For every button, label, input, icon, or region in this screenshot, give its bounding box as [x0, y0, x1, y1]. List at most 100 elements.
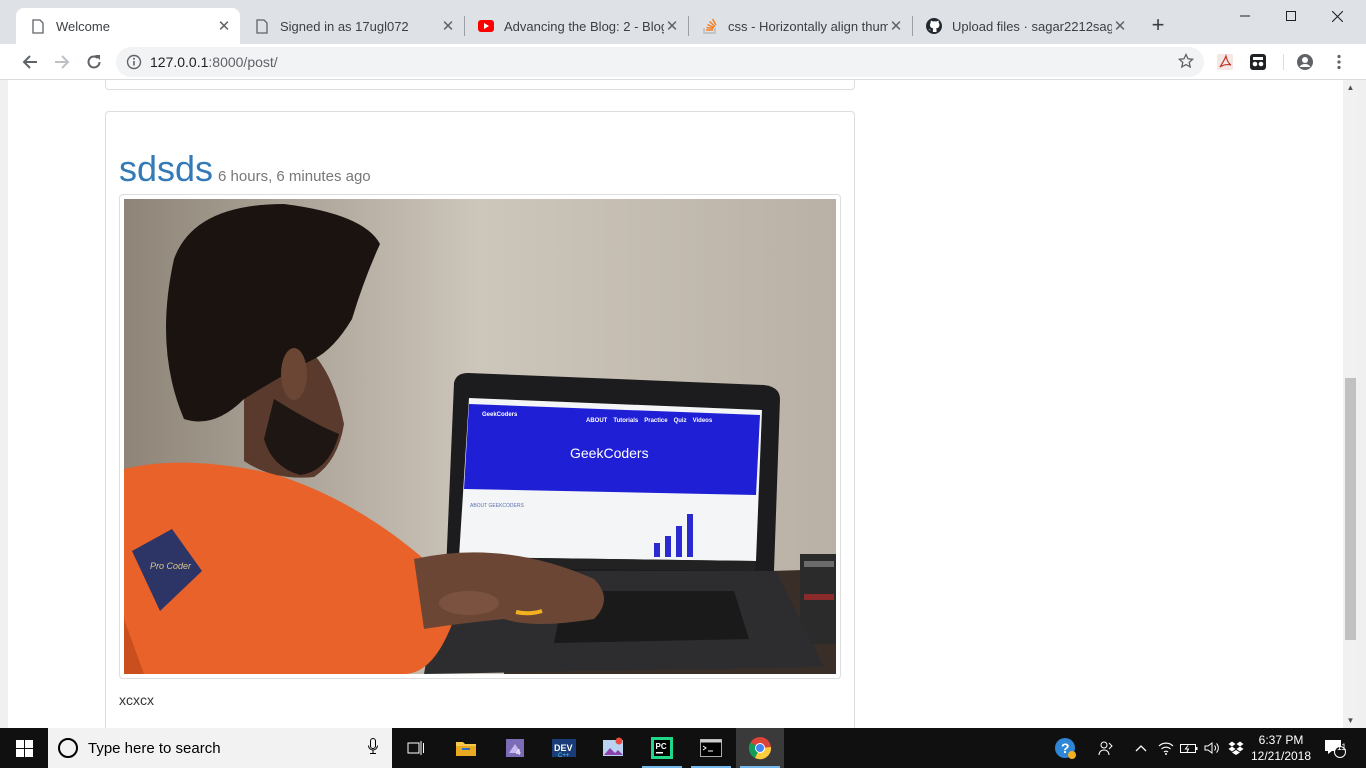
notification-count: 11: [1337, 742, 1347, 752]
window-border-right: [1358, 80, 1366, 728]
stackoverflow-icon: [702, 18, 718, 34]
tab-title: Advancing the Blog: 2 - Blog f: [504, 18, 664, 34]
back-arrow-icon: [22, 55, 37, 69]
tab-youtube[interactable]: Advancing the Blog: 2 - Blog f ✕: [464, 8, 688, 44]
screen-section-title: ABOUT GEEKCODERS: [470, 503, 524, 509]
tab-title: Signed in as 17ugl072: [280, 18, 409, 34]
people-icon[interactable]: [1094, 728, 1118, 768]
info-icon[interactable]: [126, 54, 142, 70]
youtube-icon: [478, 18, 494, 34]
system-clock[interactable]: 6:37 PM 12/21/2018: [1244, 732, 1318, 764]
post-body: xcxcx: [119, 692, 154, 708]
post-title-link[interactable]: sdsds: [119, 148, 213, 190]
close-tab-icon[interactable]: ✕: [440, 17, 456, 35]
photo-illustration: [124, 199, 836, 674]
page-icon: [254, 18, 270, 34]
browser-titlebar: Welcome ✕ Signed in as 17ugl072 ✕ Advanc…: [0, 0, 1366, 44]
screen-hero-title: GeekCoders: [570, 445, 649, 461]
back-button[interactable]: [18, 50, 42, 74]
scrollbar-thumb[interactable]: [1345, 378, 1356, 640]
svg-text:DEV: DEV: [554, 743, 573, 753]
menu-dots-icon[interactable]: [1330, 53, 1348, 71]
shirt-text: Pro Coder: [150, 561, 192, 571]
page-viewport: sdsds 6 hours, 6 minutes ago GeekCoders …: [8, 80, 1343, 728]
screen-logo: GeekCoders: [482, 412, 518, 418]
tab-github[interactable]: Upload files · sagar2212sagar ✕: [912, 8, 1136, 44]
profile-icon[interactable]: [1296, 53, 1314, 71]
window-border-left: [0, 80, 8, 728]
file-explorer-icon[interactable]: [442, 728, 490, 768]
bookmark-star-icon[interactable]: [1177, 52, 1195, 74]
photo-app-icon[interactable]: [589, 728, 637, 768]
screen-nav-item: Tutorials: [613, 418, 639, 424]
help-icon[interactable]: ?: [1050, 728, 1080, 768]
close-tab-icon[interactable]: ✕: [888, 17, 904, 35]
close-window-button[interactable]: [1314, 0, 1360, 32]
pdf-extension-icon[interactable]: [1216, 53, 1234, 71]
chrome-taskbar-icon[interactable]: [736, 728, 784, 768]
start-button[interactable]: [0, 728, 48, 768]
task-view-icon[interactable]: [392, 728, 440, 768]
new-tab-button[interactable]: +: [1146, 13, 1170, 37]
taskbar-search-box[interactable]: Type here to search: [48, 728, 392, 768]
scroll-up-icon[interactable]: ▲: [1343, 80, 1358, 95]
tab-welcome[interactable]: Welcome ✕: [16, 8, 240, 44]
url-host: 127.0.0.1: [150, 54, 209, 70]
post-header: sdsds 6 hours, 6 minutes ago: [119, 148, 371, 190]
clock-time: 6:37 PM: [1258, 733, 1304, 747]
notification-center-icon[interactable]: 11: [1320, 728, 1350, 768]
scroll-down-icon[interactable]: ▼: [1343, 713, 1358, 728]
post-photo: GeekCoders ABOUT Tutorials Practice Quiz…: [124, 199, 836, 674]
volume-icon[interactable]: [1202, 728, 1222, 768]
screen-nav-item: Videos: [692, 418, 713, 424]
reload-button[interactable]: [82, 50, 106, 74]
dropbox-icon[interactable]: [1226, 728, 1246, 768]
command-prompt-icon[interactable]: [687, 728, 735, 768]
page-scrollbar[interactable]: ▲ ▼: [1343, 80, 1358, 728]
tab-title: Welcome: [56, 18, 110, 34]
incognito-extension-icon[interactable]: [1249, 53, 1267, 71]
page-icon: [30, 18, 46, 34]
cortana-icon: [58, 738, 78, 758]
post-image-thumbnail: GeekCoders ABOUT Tutorials Practice Quiz…: [119, 194, 841, 679]
windows-logo-icon: [15, 739, 33, 757]
forward-arrow-icon: [55, 55, 70, 69]
microphone-icon[interactable]: [368, 737, 378, 759]
tab-stackoverflow[interactable]: css - Horizontally align thumb ✕: [688, 8, 912, 44]
post-timestamp: 6 hours, 6 minutes ago: [218, 168, 371, 185]
reload-icon: [87, 55, 101, 69]
url-text: 127.0.0.1:8000/post/: [150, 54, 278, 70]
minimize-button[interactable]: [1222, 0, 1268, 32]
screen-nav-item: Practice: [644, 418, 668, 424]
clock-date: 12/21/2018: [1250, 749, 1312, 763]
show-hidden-icons-chevron-icon[interactable]: [1131, 728, 1151, 768]
maximize-button[interactable]: [1268, 0, 1314, 32]
devcpp-icon[interactable]: DEV C++: [540, 728, 588, 768]
forward-button[interactable]: [50, 50, 74, 74]
screen-nav-item: Quiz: [673, 418, 687, 424]
pycharm-icon[interactable]: PC: [638, 728, 686, 768]
windows-taskbar: Type here to search 4 DEV C++ PC ? 6:37 …: [0, 728, 1366, 768]
wifi-icon[interactable]: [1156, 728, 1176, 768]
url-path: :8000/post/: [208, 54, 278, 70]
close-tab-icon[interactable]: ✕: [664, 17, 680, 35]
browser-toolbar: 127.0.0.1:8000/post/: [0, 44, 1366, 80]
previous-post-panel: [105, 80, 855, 90]
tab-title: css - Horizontally align thumb: [728, 18, 888, 34]
github-icon: [926, 18, 942, 34]
search-placeholder: Type here to search: [88, 739, 221, 757]
screen-nav: ABOUT Tutorials Practice Quiz Videos: [586, 418, 712, 424]
svg-text:4: 4: [516, 748, 521, 757]
svg-text:C++: C++: [558, 753, 570, 759]
tab-title: Upload files · sagar2212sagar: [952, 18, 1112, 34]
paint-app-icon[interactable]: 4: [491, 728, 539, 768]
tab-signed-in[interactable]: Signed in as 17ugl072 ✕: [240, 8, 464, 44]
toolbar-divider: [1283, 54, 1284, 70]
address-bar[interactable]: 127.0.0.1:8000/post/: [116, 47, 1204, 77]
close-tab-icon[interactable]: ✕: [1112, 17, 1128, 35]
post-panel: sdsds 6 hours, 6 minutes ago GeekCoders …: [105, 111, 855, 728]
svg-text:PC: PC: [656, 742, 667, 751]
screen-nav-item: ABOUT: [586, 418, 608, 424]
battery-icon[interactable]: [1179, 728, 1199, 768]
close-tab-icon[interactable]: ✕: [216, 17, 232, 35]
